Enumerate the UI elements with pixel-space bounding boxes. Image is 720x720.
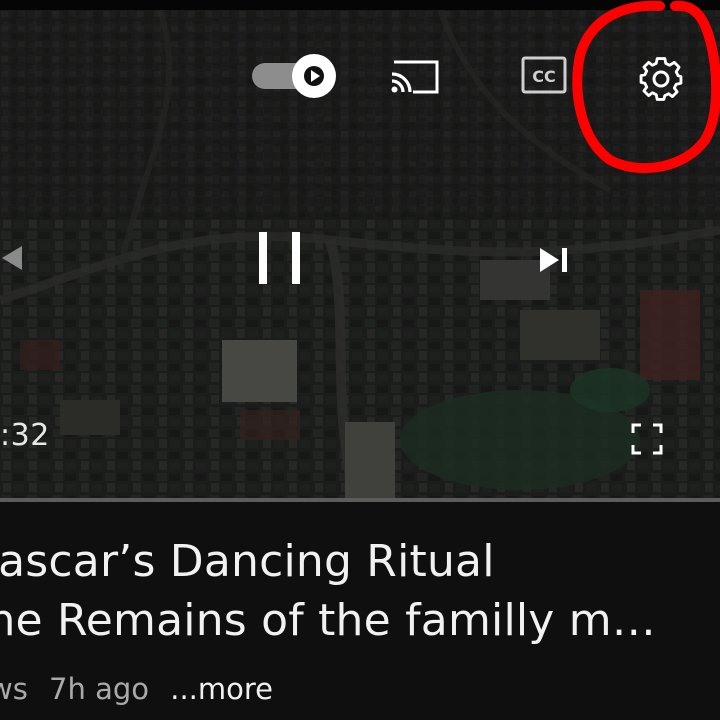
pause-button[interactable] (250, 224, 310, 292)
fullscreen-icon (631, 423, 663, 455)
view-count: ws (0, 672, 28, 706)
fullscreen-button[interactable] (628, 420, 666, 458)
cc-icon: CC (521, 56, 567, 94)
cc-label: CC (532, 67, 555, 86)
video-info: gascar’s Dancing Ritual the Remains of t… (0, 502, 720, 720)
previous-button[interactable] (0, 240, 28, 276)
more-link[interactable]: ...more (170, 672, 273, 706)
status-strip (0, 0, 720, 10)
play-icon (304, 66, 324, 86)
settings-button[interactable] (632, 50, 690, 108)
upload-age: 7h ago (49, 672, 150, 706)
cast-icon (391, 60, 439, 94)
video-title[interactable]: gascar’s Dancing Ritual the Remains of t… (0, 532, 720, 650)
gear-icon (639, 57, 683, 101)
pause-icon (259, 232, 300, 284)
previous-icon (2, 246, 22, 270)
next-icon (540, 248, 567, 272)
autoplay-toggle[interactable] (250, 54, 340, 98)
video-player[interactable]: CC :32 (0, 0, 720, 502)
cast-button[interactable] (389, 54, 443, 98)
captions-button[interactable]: CC (520, 54, 568, 96)
video-meta: ws 7h ago ...more (0, 672, 285, 706)
next-button[interactable] (532, 240, 574, 280)
video-title-line-1: gascar’s Dancing Ritual (0, 536, 495, 587)
elapsed-time: :32 (0, 418, 50, 453)
autoplay-knob (292, 54, 336, 98)
controls-overlay (0, 10, 720, 502)
video-title-line-2: the Remains of the familly m… (0, 595, 656, 646)
